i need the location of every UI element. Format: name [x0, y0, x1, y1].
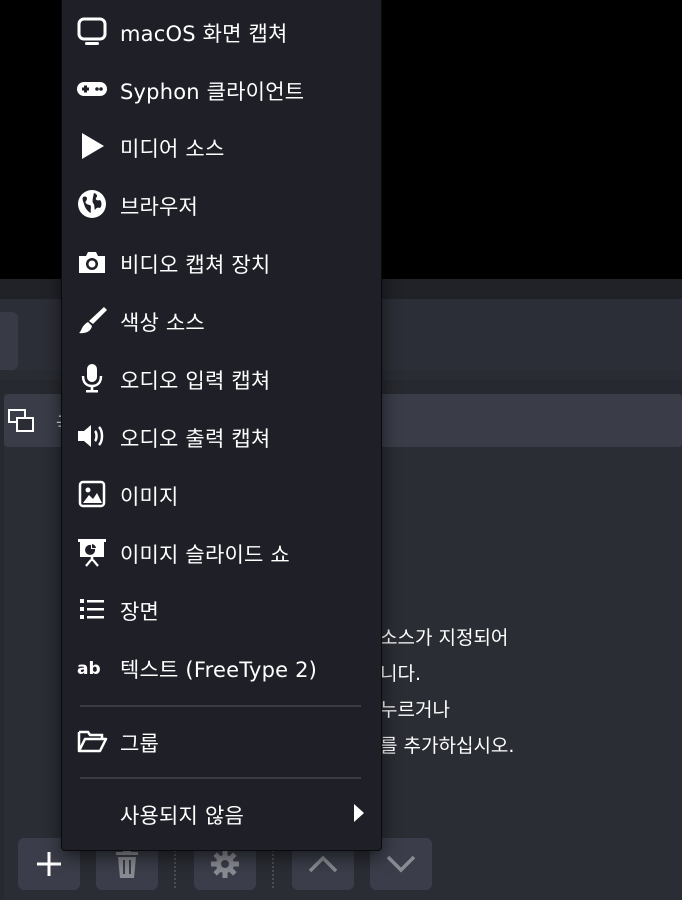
menu-item-text-freetype2[interactable]: ab 텍스트 (FreeType 2)	[62, 643, 381, 691]
dock-control[interactable]	[0, 312, 18, 370]
svg-text:ab: ab	[77, 659, 101, 679]
menu-item-label: 비디오 캡쳐 장치	[120, 253, 271, 277]
speaker-icon	[76, 420, 108, 452]
menu-item-audio-input-capture[interactable]: 오디오 입력 캡쳐	[62, 354, 381, 402]
menu-item-image[interactable]: 이미지	[62, 470, 381, 518]
menu-item-syphon-client[interactable]: Syphon 클라이언트	[62, 65, 381, 113]
menu-item-label: 오디오 입력 캡쳐	[120, 369, 271, 393]
gear-icon	[210, 849, 240, 879]
help-line: 소스가 지정되어	[380, 627, 509, 649]
menu-item-video-capture-device[interactable]: 비디오 캡쳐 장치	[62, 238, 381, 286]
chevron-up-icon	[308, 854, 338, 874]
paint-brush-icon	[76, 304, 108, 336]
chevron-right-icon	[353, 803, 365, 827]
plus-icon	[35, 850, 63, 878]
menu-item-label: 브라우저	[120, 195, 199, 219]
add-source-menu: macOS 화면 캡쳐 Syphon 클라이언트 미디어 소스 브라우저 비디오…	[61, 0, 382, 851]
image-icon	[76, 478, 108, 510]
slideshow-icon	[76, 536, 108, 568]
menu-item-label: 이미지	[120, 485, 179, 509]
menu-item-scene[interactable]: 장면	[62, 585, 381, 633]
menu-separator	[80, 705, 361, 707]
menu-item-deprecated-submenu[interactable]: 사용되지 않음	[62, 789, 381, 837]
menu-item-label: 텍스트 (FreeType 2)	[120, 658, 318, 682]
text-ab-icon: ab	[76, 651, 108, 683]
globe-icon	[76, 188, 108, 220]
monitor-icon	[76, 15, 108, 47]
gamepad-icon	[76, 73, 108, 105]
scene-icon	[6, 404, 36, 436]
microphone-icon	[76, 362, 108, 394]
menu-item-label: 이미지 슬라이드 쇼	[120, 543, 290, 567]
menu-item-media-source[interactable]: 미디어 소스	[62, 122, 381, 170]
help-line: 니다.	[380, 663, 421, 685]
menu-item-label: 미디어 소스	[120, 137, 225, 161]
play-icon	[76, 130, 108, 162]
menu-item-group[interactable]: 그룹	[62, 717, 381, 765]
menu-separator	[80, 777, 361, 779]
menu-item-color-source[interactable]: 색상 소스	[62, 296, 381, 344]
menu-item-label: Syphon 클라이언트	[120, 80, 305, 104]
toolbar-separator	[174, 850, 176, 888]
menu-item-audio-output-capture[interactable]: 오디오 출력 캡쳐	[62, 412, 381, 460]
menu-item-label: 색상 소스	[120, 311, 205, 335]
help-line: 를 추가하십시오.	[380, 735, 515, 757]
sources-help-text: 소스가 지정되어 니다. 누르거나 를 추가하십시오.	[380, 620, 514, 764]
menu-item-browser[interactable]: 브라우저	[62, 180, 381, 228]
trash-icon	[113, 849, 141, 879]
menu-item-label: 사용되지 않음	[120, 804, 244, 828]
menu-item-image-slideshow[interactable]: 이미지 슬라이드 쇼	[62, 528, 381, 576]
help-line: 누르거나	[380, 699, 450, 721]
folder-open-icon	[76, 725, 108, 757]
menu-item-macos-screen-capture[interactable]: macOS 화면 캡쳐	[62, 7, 381, 55]
camera-icon	[76, 246, 108, 278]
menu-item-label: 장면	[120, 600, 160, 624]
chevron-down-icon	[386, 854, 416, 874]
menu-item-label: 그룹	[120, 732, 160, 756]
toolbar-separator	[272, 850, 274, 888]
menu-item-label: macOS 화면 캡쳐	[120, 22, 288, 46]
list-icon	[76, 593, 108, 625]
menu-item-label: 오디오 출력 캡쳐	[120, 427, 271, 451]
